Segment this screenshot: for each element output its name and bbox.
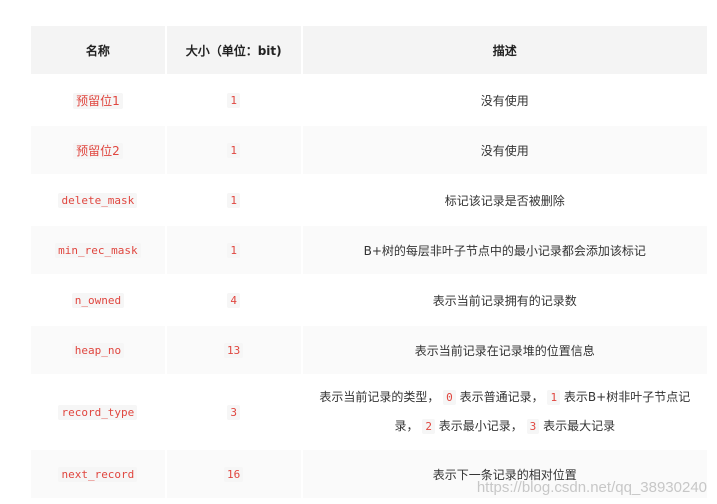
field-name: min_rec_mask [55, 243, 141, 258]
table-row: min_rec_mask 1 B+树的每层非叶子节点中的最小记录都会添加该标记 [31, 226, 707, 274]
field-name: record_type [58, 405, 138, 420]
record-header-table: 名称 大小（单位：bit) 描述 预留位1 1 没有使用 预留位2 1 没有使用… [29, 24, 709, 500]
table-row: delete_mask 1 标记该记录是否被删除 [31, 176, 707, 224]
header-size: 大小（单位：bit) [166, 26, 301, 74]
field-size: 1 [227, 193, 240, 208]
field-description: 没有使用 [302, 76, 707, 124]
field-description: 没有使用 [302, 126, 707, 174]
field-size: 16 [224, 467, 244, 482]
table-row: 预留位2 1 没有使用 [31, 126, 707, 174]
field-name: next_record [58, 467, 138, 482]
field-size: 1 [227, 143, 240, 158]
table-row: n_owned 4 表示当前记录拥有的记录数 [31, 276, 707, 324]
header-description: 描述 [302, 26, 707, 74]
field-size: 4 [227, 293, 240, 308]
field-size: 3 [227, 405, 240, 420]
watermark: https://blog.csdn.net/qq_38930240 [476, 479, 707, 496]
field-description: 表示当前记录在记录堆的位置信息 [302, 326, 707, 374]
header-name: 名称 [31, 26, 165, 74]
table-row: 预留位1 1 没有使用 [31, 76, 707, 124]
field-description: 标记该记录是否被删除 [302, 176, 707, 224]
field-name: 预留位1 [73, 92, 123, 109]
field-name: n_owned [71, 293, 125, 308]
table-row: heap_no 13 表示当前记录在记录堆的位置信息 [31, 326, 707, 374]
field-size: 1 [227, 93, 240, 108]
field-size: 13 [224, 343, 244, 358]
table-header-row: 名称 大小（单位：bit) 描述 [31, 26, 707, 74]
field-name: heap_no [71, 343, 125, 358]
field-description: 表示当前记录拥有的记录数 [302, 276, 707, 324]
field-name: 预留位2 [73, 142, 123, 159]
table-row: record_type 3 表示当前记录的类型， 0 表示普通记录， 1 表示B… [31, 376, 707, 448]
field-name: delete_mask [58, 193, 138, 208]
field-size: 1 [227, 243, 240, 258]
field-description: 表示当前记录的类型， 0 表示普通记录， 1 表示B+树非叶子节点记 录， 2 … [302, 376, 707, 448]
field-description: B+树的每层非叶子节点中的最小记录都会添加该标记 [302, 226, 707, 274]
